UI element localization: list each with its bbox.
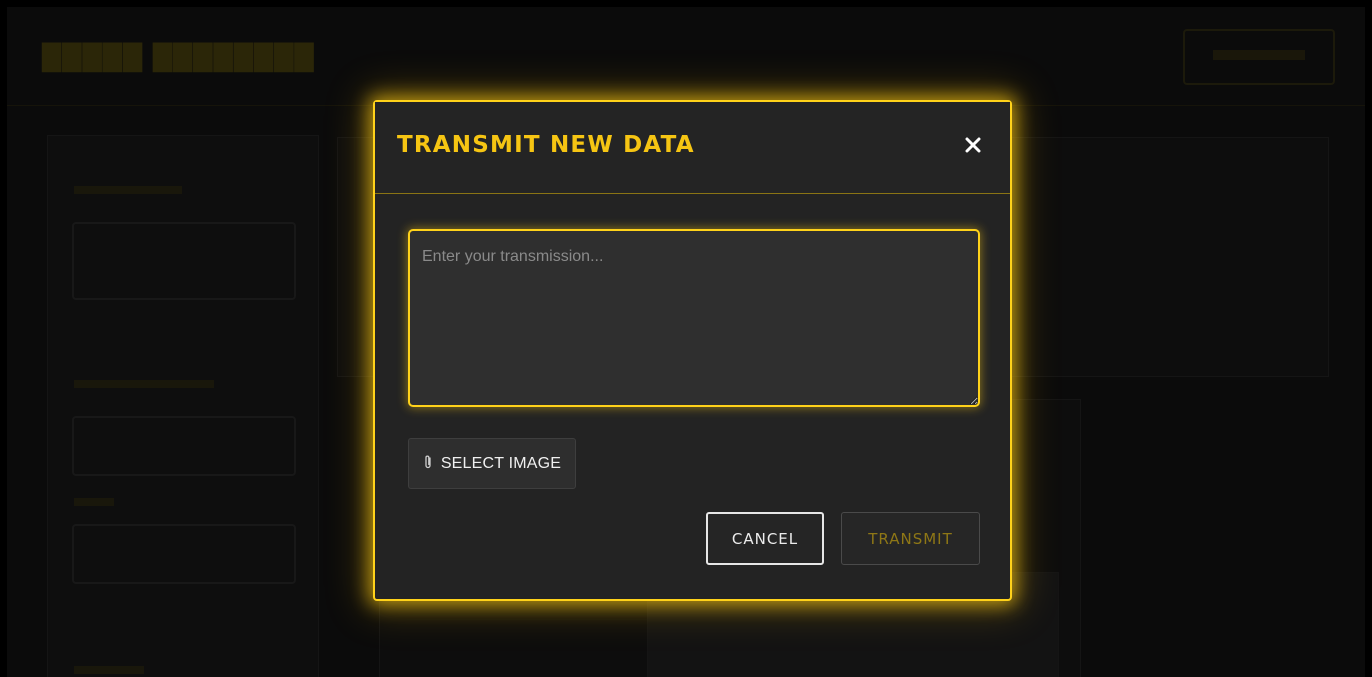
background-app-title: █████ ████████ <box>42 43 315 72</box>
transmit-modal: TRANSMIT NEW DATA SELECT IMAGE CANCEL <box>373 100 1012 601</box>
modal-header: TRANSMIT NEW DATA <box>375 102 1010 194</box>
close-icon <box>965 137 981 157</box>
cancel-button[interactable]: CANCEL <box>706 512 824 565</box>
transmit-button[interactable]: TRANSMIT <box>841 512 980 565</box>
background-header: █████ ████████ <box>7 7 1365 106</box>
background-sidebar <box>47 135 319 677</box>
cancel-label: CANCEL <box>731 529 799 548</box>
transmission-textarea[interactable] <box>408 229 980 407</box>
transmit-label: TRANSMIT <box>868 529 953 548</box>
select-image-label: SELECT IMAGE <box>440 454 562 472</box>
background-header-button <box>1183 29 1335 85</box>
close-button[interactable] <box>959 133 987 161</box>
modal-title: TRANSMIT NEW DATA <box>397 132 695 158</box>
select-image-button[interactable]: SELECT IMAGE <box>408 438 576 489</box>
app-screen: █████ ████████ TRANSMIT NEW DATA Enter y… <box>7 7 1365 677</box>
paperclip-icon <box>423 454 433 474</box>
